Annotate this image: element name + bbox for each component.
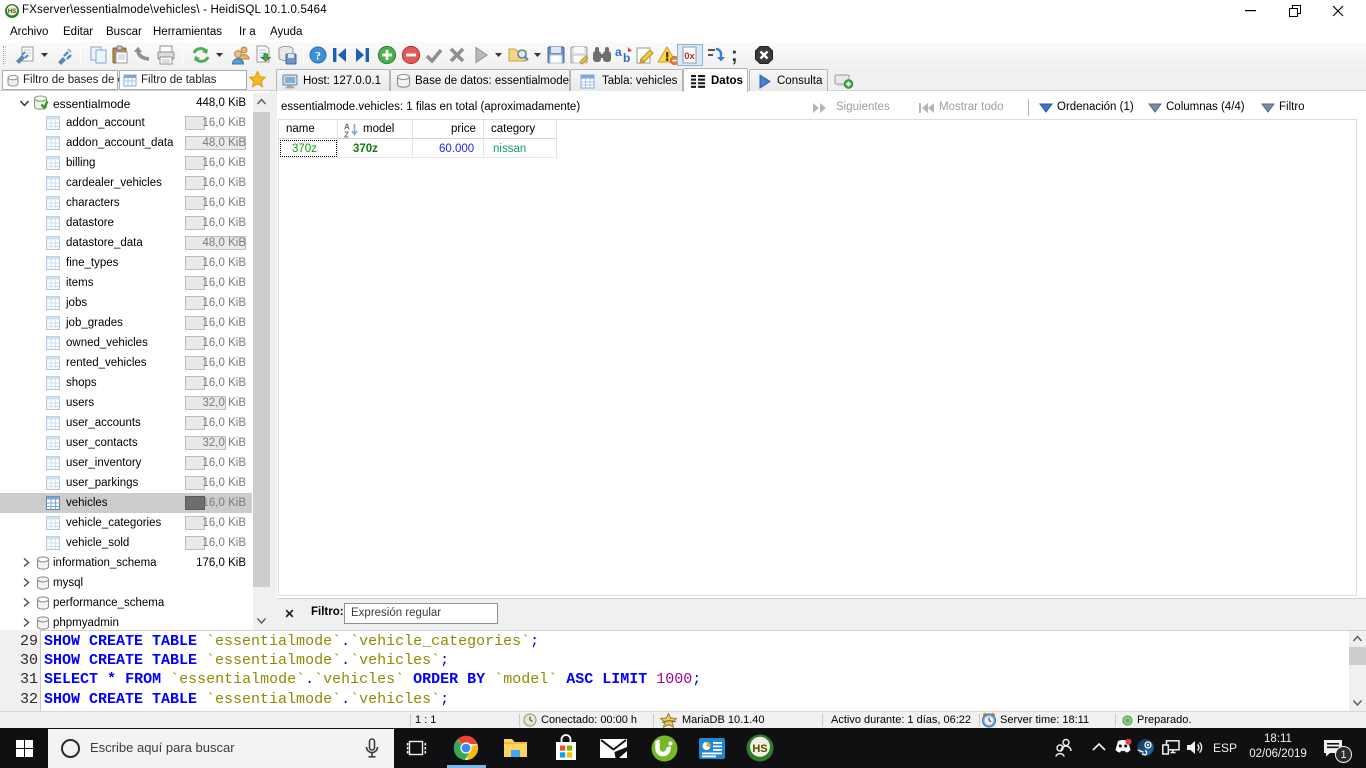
svg-text:Z: Z	[344, 131, 349, 139]
svg-text:HS: HS	[8, 9, 16, 15]
svg-text:b: b	[623, 51, 630, 65]
svg-text:HS: HS	[752, 743, 767, 755]
svg-text:a: a	[615, 45, 622, 59]
svg-text:?: ?	[315, 49, 321, 63]
svg-text:0x: 0x	[684, 51, 695, 62]
